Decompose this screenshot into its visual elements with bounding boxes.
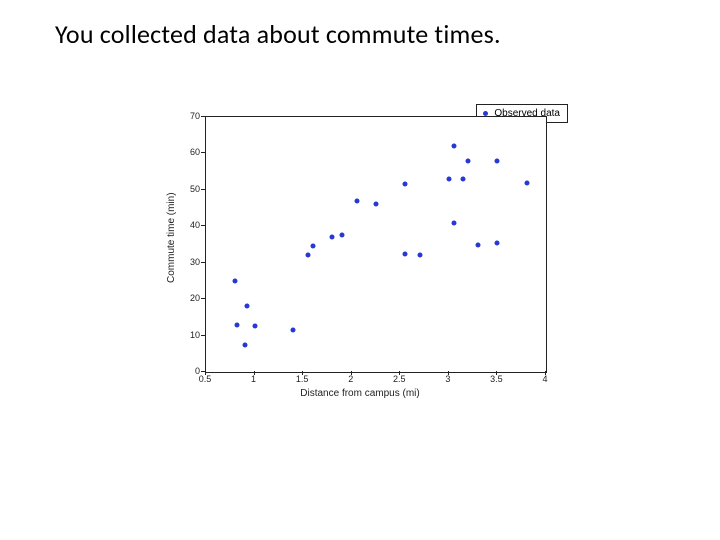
- y-tick-label: 10: [170, 330, 200, 340]
- y-tick-mark: [201, 116, 205, 117]
- commute-scatter-chart: Observed data 0.511.522.533.54 010203040…: [160, 108, 560, 408]
- slide: You collected data about commute times. …: [0, 0, 720, 540]
- data-point: [495, 158, 500, 163]
- data-point: [446, 176, 451, 181]
- data-point: [233, 278, 238, 283]
- x-tick-label: 1: [251, 374, 256, 384]
- data-point: [291, 328, 296, 333]
- y-axis-label: Commute time (min): [166, 192, 177, 283]
- y-tick-mark: [201, 262, 205, 263]
- data-point: [403, 182, 408, 187]
- y-tick-label: 20: [170, 293, 200, 303]
- data-point: [451, 144, 456, 149]
- data-point: [310, 244, 315, 249]
- x-tick-label: 1.5: [296, 374, 309, 384]
- x-tick-label: 0.5: [199, 374, 212, 384]
- data-point: [235, 322, 240, 327]
- x-tick-label: 3.5: [490, 374, 503, 384]
- y-tick-mark: [201, 335, 205, 336]
- plot-area: [205, 116, 547, 373]
- data-point: [374, 202, 379, 207]
- x-axis-label: Distance from campus (mi): [160, 388, 560, 399]
- data-point: [242, 342, 247, 347]
- data-point: [524, 180, 529, 185]
- data-point: [476, 242, 481, 247]
- x-tick-label: 2.5: [393, 374, 406, 384]
- data-point: [403, 251, 408, 256]
- y-tick-mark: [201, 371, 205, 372]
- y-tick-label: 70: [170, 111, 200, 121]
- data-point: [340, 233, 345, 238]
- y-tick-mark: [201, 152, 205, 153]
- data-point: [354, 198, 359, 203]
- y-tick-mark: [201, 298, 205, 299]
- data-point: [461, 176, 466, 181]
- y-tick-mark: [201, 189, 205, 190]
- x-tick-label: 4: [542, 374, 547, 384]
- data-point: [306, 253, 311, 258]
- data-point: [466, 158, 471, 163]
- data-point: [451, 220, 456, 225]
- y-tick-label: 0: [170, 366, 200, 376]
- y-tick-label: 60: [170, 147, 200, 157]
- y-tick-mark: [201, 225, 205, 226]
- data-point: [330, 235, 335, 240]
- data-point: [252, 324, 257, 329]
- x-tick-label: 3: [445, 374, 450, 384]
- data-point: [244, 304, 249, 309]
- x-tick-label: 2: [348, 374, 353, 384]
- page-title: You collected data about commute times.: [55, 18, 501, 50]
- data-point: [495, 240, 500, 245]
- data-point: [417, 253, 422, 258]
